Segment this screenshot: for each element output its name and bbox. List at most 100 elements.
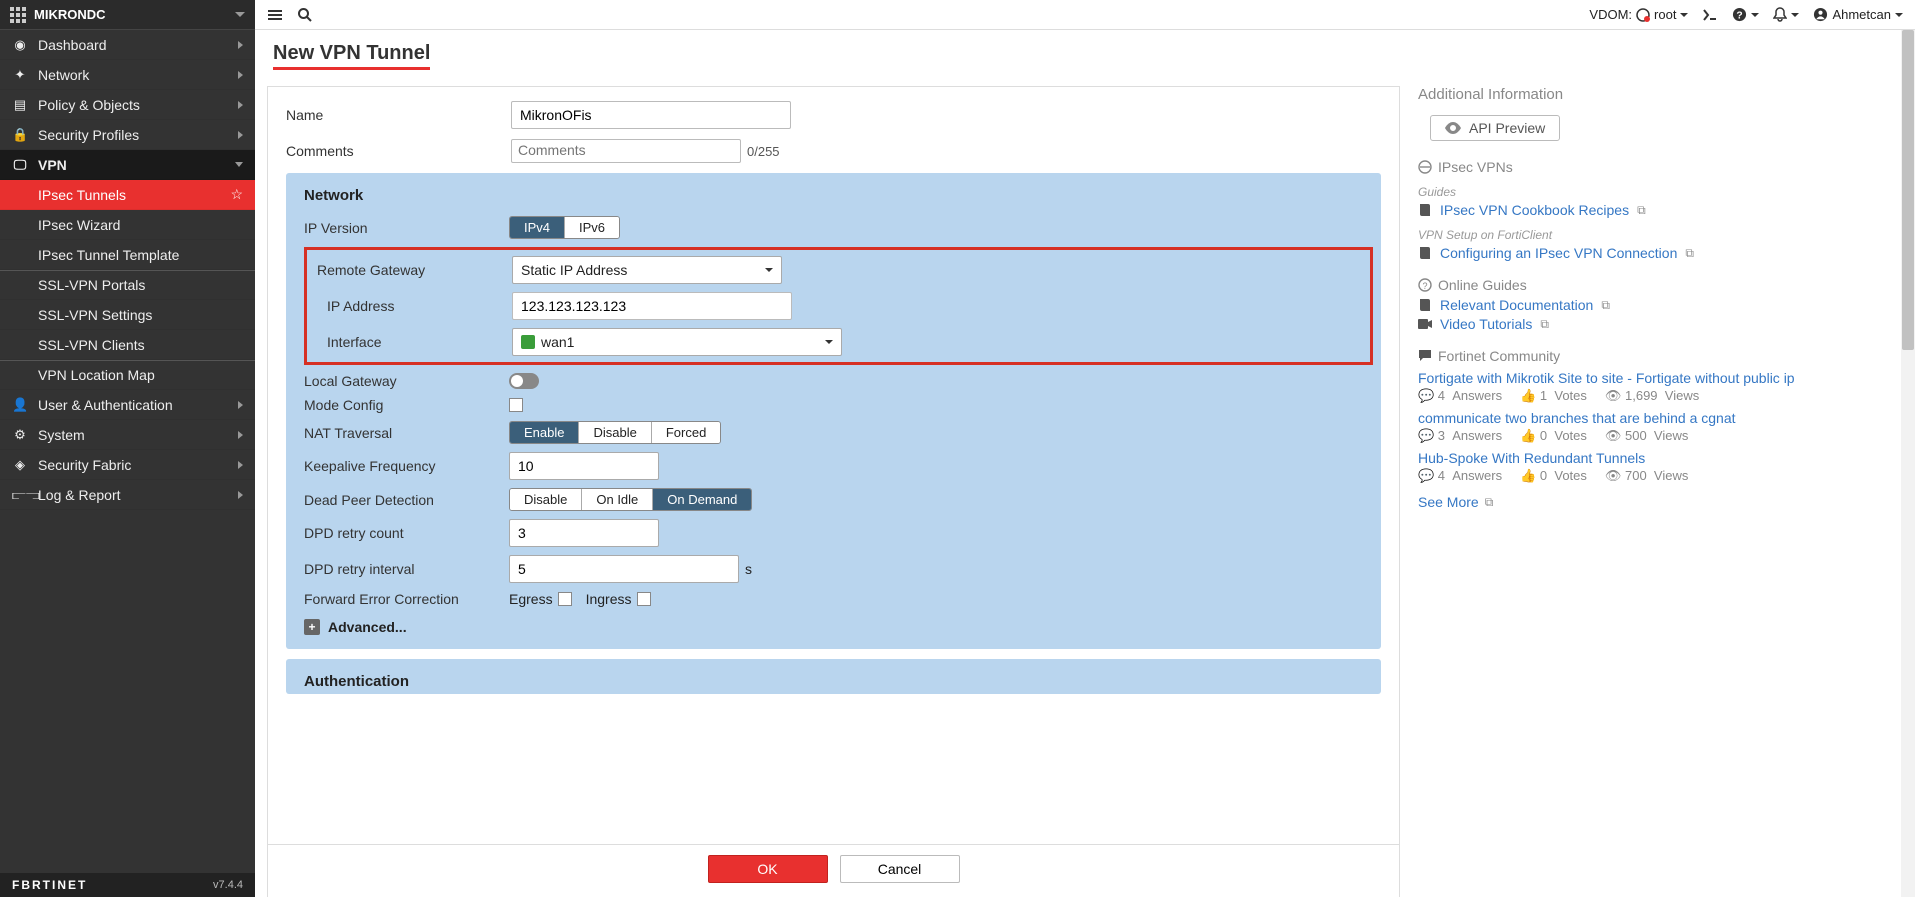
dpd-onidle[interactable]: On Idle bbox=[582, 489, 653, 510]
plus-icon: + bbox=[304, 619, 320, 635]
sidebar-item-label: SSL-VPN Settings bbox=[38, 307, 243, 323]
interface-select[interactable]: wan1 bbox=[512, 328, 842, 356]
username: Ahmetcan bbox=[1832, 7, 1891, 22]
scrollbar-thumb[interactable] bbox=[1902, 30, 1914, 350]
sidebar-item-vpn-location-map[interactable]: VPN Location Map bbox=[0, 360, 255, 390]
sidebar-item-dashboard[interactable]: ◉ Dashboard bbox=[0, 30, 255, 60]
dpd-label: Dead Peer Detection bbox=[304, 492, 509, 508]
search-icon[interactable] bbox=[297, 7, 313, 23]
star-icon[interactable]: ☆ bbox=[230, 186, 243, 203]
ip-address-input[interactable] bbox=[512, 292, 792, 320]
remote-gateway-select[interactable]: Static IP Address bbox=[512, 256, 782, 284]
nat-disable[interactable]: Disable bbox=[579, 422, 651, 443]
notifications-menu[interactable] bbox=[1773, 7, 1799, 23]
sidebar-item-label: IPsec Tunnel Template bbox=[38, 247, 243, 263]
comments-count: 0/255 bbox=[747, 144, 780, 159]
fec-ingress-option[interactable]: Ingress bbox=[586, 591, 651, 607]
sidebar-item-network[interactable]: ✦ Network bbox=[0, 60, 255, 90]
chevron-down-icon bbox=[1680, 13, 1688, 17]
ip-version-ipv6[interactable]: IPv6 bbox=[565, 217, 619, 238]
sidebar-item-label: Security Profiles bbox=[38, 127, 228, 143]
sidebar-item-security-profiles[interactable]: 🔒 Security Profiles bbox=[0, 120, 255, 150]
name-label: Name bbox=[286, 107, 511, 123]
lock-icon: 🔒 bbox=[12, 127, 28, 143]
advanced-toggle[interactable]: + Advanced... bbox=[304, 615, 1363, 635]
user-menu[interactable]: Ahmetcan bbox=[1813, 7, 1903, 22]
community-item-title[interactable]: communicate two branches that are behind… bbox=[1418, 410, 1897, 426]
authentication-section-title: Authentication bbox=[304, 673, 1363, 690]
dpd-disable[interactable]: Disable bbox=[510, 489, 582, 510]
nat-enable[interactable]: Enable bbox=[510, 422, 579, 443]
sidebar-item-security-fabric[interactable]: ◈ Security Fabric bbox=[0, 450, 255, 480]
keepalive-input[interactable] bbox=[509, 452, 659, 480]
nat-toggle: Enable Disable Forced bbox=[509, 421, 721, 444]
dpd-toggle: Disable On Idle On Demand bbox=[509, 488, 752, 511]
book-icon bbox=[1418, 203, 1432, 217]
local-gateway-switch[interactable] bbox=[509, 373, 539, 389]
sidebar-item-vpn[interactable]: 🖵 VPN bbox=[0, 150, 255, 180]
chevron-right-icon bbox=[238, 431, 243, 439]
community-item-title[interactable]: Hub-Spoke With Redundant Tunnels bbox=[1418, 450, 1897, 466]
configure-link[interactable]: Configuring an IPsec VPN Connection ⧉ bbox=[1418, 245, 1897, 261]
documentation-link[interactable]: Relevant Documentation ⧉ bbox=[1418, 297, 1897, 313]
views-count: 👁 1,699 Views bbox=[1605, 388, 1699, 404]
dpd-ondemand[interactable]: On Demand bbox=[653, 489, 751, 510]
ok-button[interactable]: OK bbox=[708, 855, 828, 883]
sidebar-item-label: Dashboard bbox=[38, 37, 228, 53]
chevron-down-icon bbox=[235, 162, 243, 167]
gear-icon: ⚙ bbox=[12, 427, 28, 443]
cli-icon[interactable] bbox=[1702, 8, 1718, 22]
nat-forced[interactable]: Forced bbox=[652, 422, 720, 443]
sidebar-item-sslvpn-settings[interactable]: SSL-VPN Settings bbox=[0, 300, 255, 330]
cancel-button[interactable]: Cancel bbox=[840, 855, 960, 883]
sidebar-item-ipsec-tunnels[interactable]: IPsec Tunnels ☆ bbox=[0, 180, 255, 210]
video-tutorials-link[interactable]: Video Tutorials ⧉ bbox=[1418, 316, 1897, 332]
cookbook-link[interactable]: IPsec VPN Cookbook Recipes ⧉ bbox=[1418, 202, 1897, 218]
sidebar-item-log-report[interactable]: ⫍⫎ Log & Report bbox=[0, 480, 255, 510]
sidebar-item-sslvpn-clients[interactable]: SSL-VPN Clients bbox=[0, 330, 255, 360]
ip-version-ipv4[interactable]: IPv4 bbox=[510, 217, 565, 238]
chevron-right-icon bbox=[238, 401, 243, 409]
network-section-title: Network bbox=[304, 187, 1363, 204]
sidebar-item-label: IPsec Wizard bbox=[38, 217, 243, 233]
field-interface: Interface wan1 bbox=[307, 328, 1360, 356]
chevron-down-icon bbox=[825, 340, 833, 344]
nat-label: NAT Traversal bbox=[304, 425, 509, 441]
brand-selector[interactable]: MIKRONDC bbox=[0, 0, 255, 30]
api-preview-button[interactable]: API Preview bbox=[1430, 115, 1560, 141]
name-input[interactable] bbox=[511, 101, 791, 129]
local-gateway-label: Local Gateway bbox=[304, 373, 509, 389]
fec-egress-option[interactable]: Egress bbox=[509, 591, 572, 607]
sidebar-item-sslvpn-portals[interactable]: SSL-VPN Portals bbox=[0, 270, 255, 300]
mode-config-checkbox[interactable] bbox=[509, 398, 523, 412]
menu-icon[interactable] bbox=[267, 7, 283, 23]
online-guides-heading: ? Online Guides bbox=[1418, 277, 1897, 293]
scrollbar-track[interactable] bbox=[1901, 30, 1915, 897]
button-row: OK Cancel bbox=[268, 844, 1399, 897]
field-keepalive: Keepalive Frequency bbox=[304, 452, 1363, 480]
sidebar-item-ipsec-wizard[interactable]: IPsec Wizard bbox=[0, 210, 255, 240]
comments-textarea[interactable] bbox=[511, 139, 741, 163]
vdom-selector[interactable]: VDOM: root bbox=[1589, 7, 1688, 22]
svg-text:?: ? bbox=[1422, 281, 1427, 291]
see-more-link[interactable]: See More ⧉ bbox=[1418, 494, 1897, 510]
sidebar-item-label: System bbox=[38, 427, 228, 443]
network-icon: ✦ bbox=[12, 67, 28, 83]
dpd-retry-count-input[interactable] bbox=[509, 519, 659, 547]
votes-count: 👍 0 Votes bbox=[1520, 468, 1587, 484]
sidebar-item-system[interactable]: ⚙ System bbox=[0, 420, 255, 450]
sidebar-item-ipsec-template[interactable]: IPsec Tunnel Template bbox=[0, 240, 255, 270]
sidebar-item-label: SSL-VPN Portals bbox=[38, 277, 243, 293]
dpd-retry-interval-input[interactable] bbox=[509, 555, 739, 583]
fabric-icon: ◈ bbox=[12, 457, 28, 473]
help-menu[interactable]: ? bbox=[1732, 7, 1759, 22]
sidebar-item-policy[interactable]: ▤ Policy & Objects bbox=[0, 90, 255, 120]
views-count: 👁 700 Views bbox=[1605, 468, 1688, 484]
fec-egress-checkbox[interactable] bbox=[558, 592, 572, 606]
sidebar-item-user-auth[interactable]: 👤 User & Authentication bbox=[0, 390, 255, 420]
fec-ingress-checkbox[interactable] bbox=[637, 592, 651, 606]
community-item-title[interactable]: Fortigate with Mikrotik Site to site - F… bbox=[1418, 370, 1897, 386]
ip-address-label: IP Address bbox=[307, 298, 512, 314]
chevron-down-icon bbox=[1895, 13, 1903, 17]
network-section: Network IP Version IPv4 IPv6 Remote Gat bbox=[286, 173, 1381, 649]
